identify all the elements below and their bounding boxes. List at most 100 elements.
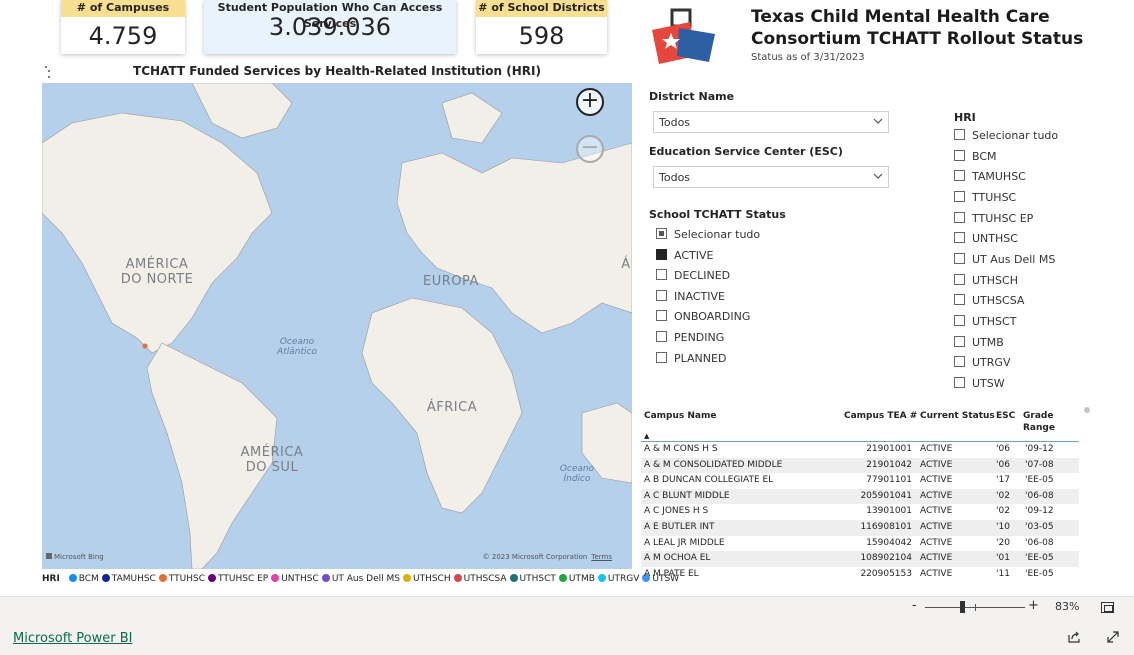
zoom-in-control[interactable]: + xyxy=(1028,598,1039,613)
legend-label: UTMB xyxy=(568,574,595,584)
zoom-out-control[interactable]: - xyxy=(912,598,917,613)
legend-item[interactable]: TAMUHSC xyxy=(101,574,156,584)
hri-option-label: UNTHSC xyxy=(972,232,1018,246)
hri-option[interactable]: TTUHSC xyxy=(954,190,1016,206)
sort-ascending-icon[interactable]: ▲ xyxy=(644,432,649,440)
table-cell: A M PATE EL xyxy=(644,568,699,579)
table-row[interactable]: A C JONES H S 13901001 ACTIVE '02 '09-12 xyxy=(641,504,1079,520)
terms-link[interactable]: Terms xyxy=(591,553,612,561)
legend-item[interactable]: UTMB xyxy=(558,574,595,584)
table-row[interactable]: A E BUTLER INT 116908101 ACTIVE '10 '03-05 xyxy=(641,520,1079,536)
legend-item[interactable]: UTRGV xyxy=(597,574,639,584)
checkbox-icon[interactable] xyxy=(954,149,965,161)
status-option[interactable]: Selecionar tudo xyxy=(656,227,760,243)
legend-item[interactable]: UNTHSC xyxy=(271,574,319,584)
hri-option[interactable]: TTUHSC EP xyxy=(954,211,1033,227)
campus-table[interactable]: Campus Name Campus TEA # Current Status … xyxy=(641,407,1079,589)
checkbox-icon[interactable] xyxy=(954,376,965,388)
table-row[interactable]: A & M CONSOLIDATED MIDDLE 21901042 ACTIVE '… xyxy=(641,457,1079,474)
legend-dot-icon xyxy=(402,574,411,582)
table-header: Campus Name Campus TEA # Current Status … xyxy=(641,407,1079,442)
campus-marker[interactable] xyxy=(142,343,148,349)
hri-option[interactable]: UTHSCT xyxy=(954,314,1016,330)
fit-to-page-icon[interactable] xyxy=(1101,602,1114,613)
world-map[interactable]: + − AMÉRICA DO NORTE EUROPA Á ÁFRICA AMÉ… xyxy=(42,83,632,569)
hri-option[interactable]: UT Aus Dell MS xyxy=(954,252,1055,268)
table-cell: ACTIVE xyxy=(920,537,953,548)
hri-option[interactable]: UTMB xyxy=(954,335,1004,351)
table-row[interactable]: A & M CONS H S 21901001 ACTIVE '06 '09-12 xyxy=(641,442,1079,458)
table-row[interactable]: A M PATE EL 220905153 ACTIVE '11 'EE-05 xyxy=(641,567,1079,583)
checkbox-icon[interactable] xyxy=(954,356,965,368)
col-campus-tea[interactable]: Campus TEA # xyxy=(844,410,917,422)
share-icon[interactable] xyxy=(1067,630,1081,644)
hri-option[interactable]: Selecionar tudo xyxy=(954,128,1058,144)
hri-option[interactable]: BCM xyxy=(954,149,997,165)
status-option[interactable]: DECLINED xyxy=(656,268,730,284)
col-current-status[interactable]: Current Status xyxy=(920,410,995,422)
col-grade-range[interactable]: Grade Range xyxy=(1023,410,1063,434)
legend-label: BCM xyxy=(78,574,99,584)
checkbox-icon[interactable] xyxy=(656,331,667,342)
checkbox-icon[interactable] xyxy=(954,273,965,285)
checkbox-icon[interactable] xyxy=(954,335,965,347)
legend-item[interactable]: TTUHSC EP xyxy=(208,574,268,584)
table-row[interactable]: A LEAL JR MIDDLE 15904042 ACTIVE '20 '06-08 xyxy=(641,536,1079,552)
checkbox-icon[interactable] xyxy=(954,170,965,182)
legend-item[interactable]: UTHSCH xyxy=(402,574,451,584)
bing-attribution: Microsoft Bing xyxy=(46,553,104,561)
checkbox-icon[interactable] xyxy=(656,228,667,239)
legend-item[interactable]: UT Aus Dell MS xyxy=(321,574,400,584)
zoom-in-button[interactable]: + xyxy=(576,88,604,116)
status-option[interactable]: ONBOARDING xyxy=(656,309,750,325)
checkbox-icon[interactable] xyxy=(954,129,965,140)
table-cell: '02 xyxy=(996,506,1010,517)
checkbox-icon[interactable] xyxy=(954,232,965,244)
zoom-slider-thumb[interactable] xyxy=(960,601,965,613)
checkbox-icon[interactable] xyxy=(954,190,965,202)
zoom-out-button[interactable]: − xyxy=(576,135,604,163)
table-row[interactable]: A M OCHOA EL 108902104 ACTIVE '01 'EE-05 xyxy=(641,551,1079,567)
fullscreen-icon[interactable] xyxy=(1106,630,1120,644)
col-campus-name[interactable]: Campus Name xyxy=(644,410,716,422)
status-option[interactable]: INACTIVE xyxy=(656,289,725,305)
table-cell: ACTIVE xyxy=(920,506,953,517)
checkbox-icon[interactable] xyxy=(954,252,965,264)
power-bi-link[interactable]: Microsoft Power BI xyxy=(13,631,132,646)
legend-item[interactable]: UTHSCSA xyxy=(453,574,507,584)
checkbox-icon[interactable] xyxy=(656,248,667,260)
status-option[interactable]: PLANNED xyxy=(656,351,726,367)
hri-option[interactable]: UTRGV xyxy=(954,355,1010,371)
table-cell: A LEAL JR MIDDLE xyxy=(644,537,725,548)
checkbox-icon[interactable] xyxy=(656,269,667,281)
hri-option[interactable]: UTSW xyxy=(954,376,1005,392)
legend-item[interactable]: TTUHSC xyxy=(158,574,205,584)
table-cell: '09-12 xyxy=(1025,444,1054,454)
checkbox-icon[interactable] xyxy=(656,289,667,301)
table-row[interactable]: A B DUNCAN COLLEGIATE EL 77901101 ACTIVE '1… xyxy=(641,473,1079,489)
hri-option[interactable]: UTHSCH xyxy=(954,273,1018,289)
checkbox-icon[interactable] xyxy=(954,314,965,326)
hri-option-label: UTMB xyxy=(972,335,1004,349)
esc-dropdown[interactable]: Todos xyxy=(653,166,889,188)
checkbox-icon[interactable] xyxy=(954,211,965,223)
legend-item[interactable]: UTHSCT xyxy=(509,574,556,584)
col-esc[interactable]: ESC xyxy=(996,410,1015,422)
legend-item[interactable]: BCM xyxy=(68,574,99,584)
status-option[interactable]: ACTIVE xyxy=(656,248,713,264)
legend-label: UTHSCT xyxy=(519,574,556,584)
checkbox-icon[interactable] xyxy=(656,310,667,322)
checkbox-icon[interactable] xyxy=(656,351,667,363)
hri-option[interactable]: UTHSCSA xyxy=(954,293,1024,309)
district-dropdown[interactable]: Todos xyxy=(653,111,889,133)
table-scrollbar[interactable] xyxy=(1084,407,1090,413)
status-option[interactable]: PENDING xyxy=(656,330,724,346)
legend-dot-icon xyxy=(68,574,77,582)
table-cell: ACTIVE xyxy=(920,568,953,579)
report-canvas: # of Campuses 4.759 Student Population W… xyxy=(0,0,1134,596)
hri-option-label: UT Aus Dell MS xyxy=(972,252,1056,266)
hri-option[interactable]: TAMUHSC xyxy=(954,169,1026,185)
hri-option[interactable]: UNTHSC xyxy=(954,231,1018,247)
table-row[interactable]: A C BLUNT MIDDLE 205901041 ACTIVE '02 '06-08 xyxy=(641,488,1079,505)
checkbox-icon[interactable] xyxy=(954,294,965,306)
